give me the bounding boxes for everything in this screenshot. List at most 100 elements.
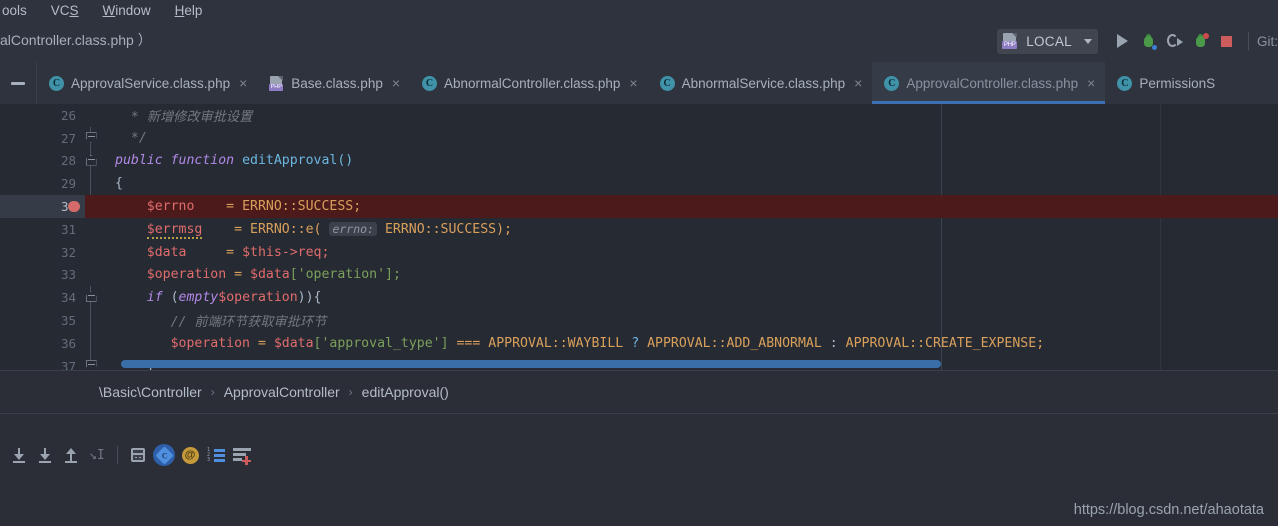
tab-close-icon[interactable]: × [390,76,400,90]
fold-column [85,264,97,287]
code-text: $errno = ERRNO::SUCCESS; [146,199,362,215]
line-gutter[interactable]: 28 [0,149,85,173]
code-line: 36 $operation = $data['approval_type'] =… [0,331,1278,355]
line-gutter[interactable]: 36 [0,331,85,355]
menu-item-tools[interactable]: ools [0,3,29,18]
fold-column [85,331,97,355]
tab-abnormalservice[interactable]: C AbnormalService.class.php × [648,62,873,104]
line-gutter[interactable]: 27 [0,126,85,150]
show-execution-point-button[interactable]: C [151,442,177,468]
php-file-icon: PHP [1002,33,1018,49]
watermark-text: https://blog.csdn.net/ahaotata [1073,502,1264,518]
step-out-button[interactable] [58,442,84,468]
fold-column [85,241,97,264]
line-gutter[interactable]: 34 [0,286,85,310]
menu-item-vcs[interactable]: VCS [49,3,81,18]
menu-item-help[interactable]: Help [173,3,205,18]
code-line: 29 { [0,172,1278,196]
fold-column [85,218,97,241]
tab-base[interactable]: PHP Base.class.php × [257,62,410,104]
php-class-icon: C [659,75,675,91]
tab-approvalcontroller[interactable]: C ApprovalController.class.php × [872,62,1106,104]
code-text: $errmsg = ERRNO::e( errno: ERRNO::SUCCES… [146,221,512,239]
fold-column[interactable] [85,354,97,370]
code-text: * 新增修改审批设置 [115,109,253,125]
chevron-down-icon[interactable] [1083,38,1092,44]
php-class-icon: C [1117,75,1133,91]
run-to-cursor-icon: ↘I [89,447,105,463]
collapse-tabs-button[interactable] [0,62,36,104]
line-number: 35 [60,313,76,329]
fold-column [85,195,97,218]
fold-marker-icon[interactable] [85,291,97,303]
debug-bug-icon [1141,33,1158,50]
code-line: 28 public function editApproval() [0,149,1278,173]
fold-column[interactable] [85,286,97,310]
fold-column [85,104,97,127]
fold-marker-icon[interactable] [85,131,97,143]
code-text: if (empty$operation)){ [146,290,322,306]
debug-button[interactable] [1136,28,1162,54]
line-number: 26 [60,107,76,123]
evaluate-expression-button[interactable] [125,442,151,468]
fold-marker-icon[interactable] [85,359,97,370]
tab-close-icon[interactable]: × [627,76,637,90]
file-path-title: alController.class.php ） [0,32,152,48]
fold-marker-icon[interactable] [85,154,97,166]
tab-permissions[interactable]: C PermissionS [1105,62,1225,104]
line-gutter[interactable]: 37 [0,354,85,370]
title-bar: alController.class.php ） PHP LOCAL Git: [0,20,1278,62]
code-editor[interactable]: 26 * 新增修改审批设置 27 */ 28 public function e… [0,104,1278,370]
line-gutter[interactable]: 26 [0,104,85,127]
blue-diamond-icon: C [153,444,175,466]
line-number: 29 [60,176,76,192]
fold-column[interactable] [85,149,97,173]
phone-listener-icon [1193,32,1210,49]
line-gutter[interactable]: 32 [0,240,85,264]
tab-abnormalcontroller[interactable]: C AbnormalController.class.php × [410,62,648,104]
tab-label: AbnormalService.class.php [681,75,846,91]
fold-column[interactable] [85,126,97,150]
breadcrumb-item-namespace[interactable]: \Basic\Controller [99,384,202,400]
code-line-breakpoint: 30 $errno = ERRNO::SUCCESS; [0,195,1278,218]
horizontal-scrollbar[interactable] [121,360,941,368]
run-configuration-selector[interactable]: PHP LOCAL [997,28,1098,54]
run-button[interactable] [1110,28,1136,54]
attach-debugger-button[interactable] [1162,28,1188,54]
menu-bar: ools VCS Window Help [0,0,1278,20]
run-triangle-icon [1117,34,1129,48]
line-gutter[interactable]: 29 [0,172,85,196]
debugger-toolbar: ↘I C @ 123 [0,434,1278,476]
add-watch-button[interactable] [229,442,255,468]
stop-button[interactable] [1214,28,1240,54]
step-into-button[interactable] [32,442,58,468]
step-over-button[interactable] [6,442,32,468]
arrow-up-line-icon [64,447,78,463]
line-gutter[interactable]: 30 [0,195,85,218]
tab-close-icon[interactable]: × [852,76,862,90]
php-class-icon: C [884,75,900,91]
run-to-cursor-button[interactable]: ↘I [84,442,110,468]
git-widget-label[interactable]: Git: [1257,34,1278,49]
menu-item-window[interactable]: Window [101,3,153,18]
tab-close-icon[interactable]: × [1085,76,1095,90]
breadcrumb-item-class[interactable]: ApprovalController [224,384,340,400]
list-plus-icon [233,448,251,465]
mute-breakpoints-button[interactable]: @ [177,442,203,468]
breadcrumb: \Basic\Controller › ApprovalController ›… [0,370,1278,414]
code-line: 35 // 前端环节获取审批环节 [0,309,1278,332]
fold-column [85,309,97,332]
tab-close-icon[interactable]: × [237,76,247,90]
arrow-down-line-icon [12,447,26,463]
breakpoint-icon[interactable] [68,200,80,213]
settings-list-button[interactable]: 123 [203,442,229,468]
php-class-icon: C [422,75,438,91]
line-gutter[interactable]: 35 [0,309,85,332]
line-gutter[interactable]: 33 [0,263,85,287]
menu-item-mnemonic: S [69,2,79,18]
line-gutter[interactable]: 31 [0,217,85,241]
breadcrumb-item-method[interactable]: editApproval() [362,384,449,400]
line-number: 37 [60,358,76,370]
tab-approvalservice[interactable]: C ApprovalService.class.php × [37,62,257,104]
stop-listen-button[interactable] [1188,28,1214,54]
